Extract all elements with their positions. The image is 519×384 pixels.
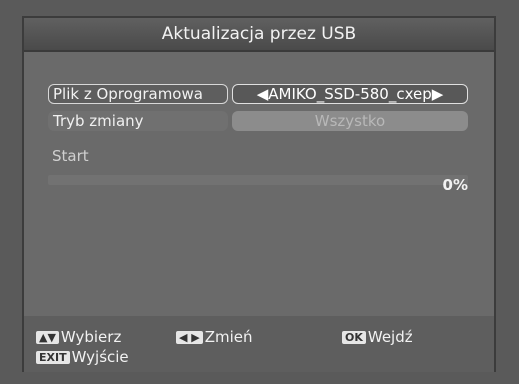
exit-key-icon: EXIT — [36, 350, 70, 364]
firmware-file-label[interactable]: Plik z Oprogramowa — [48, 84, 228, 104]
usb-update-dialog: Aktualizacja przez USB Plik z Oprogramow… — [22, 16, 496, 372]
firmware-file-selector[interactable]: ◀AMIKO_SSD-580_cxep▶ — [232, 84, 468, 104]
footer-hints: ▲▼ Wybierz ◀ ▶ Zmień OK Wejdź EXIT Wyjśc… — [24, 316, 494, 372]
select-hint: ▲▼ Wybierz — [36, 328, 121, 346]
left-right-key-icon: ◀ ▶ — [176, 330, 203, 344]
select-hint-label: Wybierz — [60, 328, 122, 346]
exit-hint-label: Wyjście — [71, 348, 129, 366]
exit-hint: EXIT Wyjście — [36, 348, 129, 366]
change-hint-label: Zmień — [204, 328, 253, 346]
change-hint: ◀ ▶ Zmień — [176, 328, 253, 346]
progress-percent: 0% — [442, 176, 468, 194]
progress-bar — [48, 175, 468, 185]
start-button[interactable]: Start — [52, 147, 89, 165]
change-mode-selector[interactable]: Wszystko — [232, 111, 468, 131]
up-down-key-icon: ▲▼ — [36, 330, 59, 344]
ok-hint-label: Wejdź — [367, 328, 413, 346]
change-mode-label[interactable]: Tryb zmiany — [48, 111, 228, 131]
ok-hint: OK Wejdź — [342, 328, 413, 346]
tv-screen: Aktualizacja przez USB Plik z Oprogramow… — [0, 0, 519, 384]
dialog-title: Aktualizacja przez USB — [24, 18, 494, 52]
ok-key-icon: OK — [342, 330, 366, 344]
